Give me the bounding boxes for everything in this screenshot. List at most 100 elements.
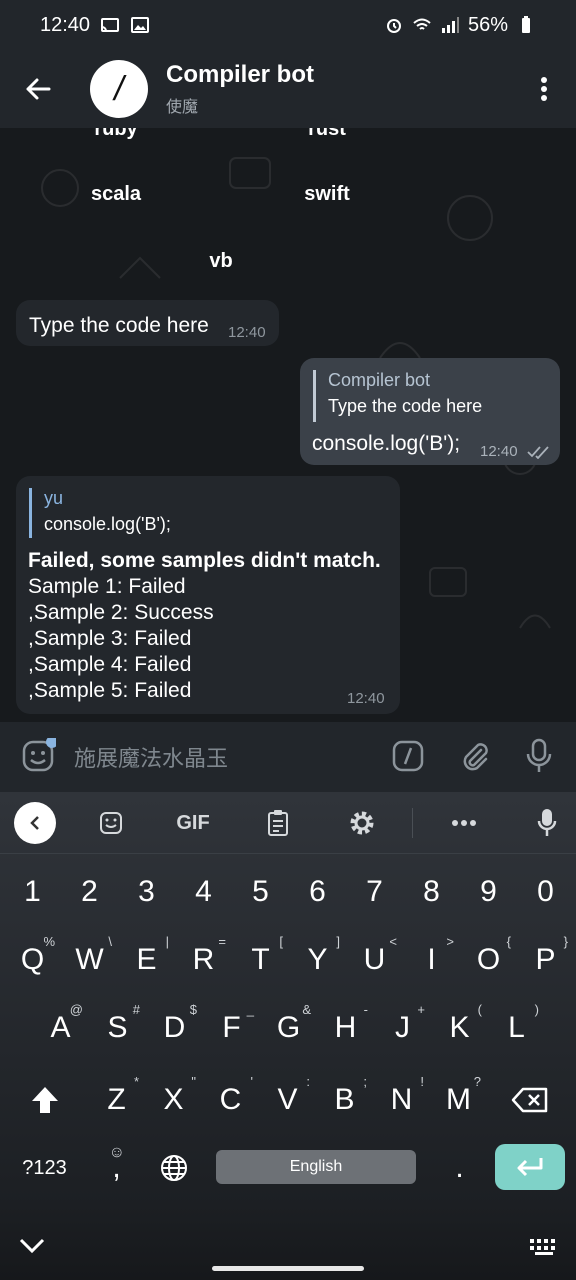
bot-keyboard-button-rust[interactable]: rust [227, 128, 427, 141]
chat-title-block[interactable]: Compiler bot 使魔 [166, 61, 314, 117]
comma-key[interactable]: , ☺ [88, 1138, 145, 1198]
avatar[interactable]: / [90, 60, 148, 118]
key-4[interactable]: 4 [175, 862, 232, 922]
bot-keyboard-button-swift[interactable]: swift [227, 183, 427, 206]
key-k[interactable]: K( [431, 998, 488, 1058]
keyboard-voice-input-button[interactable] [522, 804, 572, 842]
message-text: Type the code here [29, 314, 209, 337]
clipboard-button[interactable] [253, 804, 303, 842]
space-key[interactable]: English [216, 1150, 416, 1184]
shift-arrow-icon [31, 1087, 58, 1113]
key-0[interactable]: 0 [517, 862, 574, 922]
key-g[interactable]: G & [260, 998, 317, 1058]
language-key[interactable] [145, 1138, 202, 1198]
alarm-icon [386, 19, 401, 33]
keyboard-sticker-button[interactable] [86, 804, 136, 842]
keyboard-settings-button[interactable] [337, 804, 387, 842]
keyboard-switch-button[interactable] [528, 1237, 560, 1262]
key-e[interactable]: E | [118, 930, 175, 990]
sticker-button[interactable] [18, 736, 58, 776]
key-label: K [449, 1011, 470, 1044]
attach-button[interactable] [455, 736, 495, 776]
chat-area[interactable]: ruby rust scala swift vb Type the code h… [0, 128, 576, 722]
bot-keyboard-button-scala[interactable]: scala [16, 183, 216, 206]
key-b[interactable]: B; [316, 1070, 373, 1130]
message-bubble-outgoing[interactable]: Compiler bot Type the code here console.… [300, 358, 560, 465]
key-u[interactable]: U < [346, 930, 403, 990]
back-button[interactable] [0, 50, 76, 128]
key-secondary-label: * [133, 1074, 139, 1089]
message-input[interactable]: 施展魔法水晶玉 [74, 741, 228, 773]
reply-quote[interactable]: Compiler bot Type the code here [313, 370, 482, 422]
key-t[interactable]: T[ [232, 930, 289, 990]
hide-keyboard-button[interactable] [18, 1235, 46, 1260]
enter-key[interactable] [495, 1144, 565, 1190]
key-label: I [427, 943, 436, 976]
gif-button[interactable]: GIF [168, 804, 218, 842]
shift-key[interactable] [16, 1070, 73, 1130]
key-secondary-label: { [506, 934, 511, 949]
key-label: G [276, 1011, 301, 1044]
key-x[interactable]: X " [145, 1070, 202, 1130]
key-2[interactable]: 2 [61, 862, 118, 922]
message-bubble-incoming[interactable]: yu console.log('B'); Failed, some sample… [16, 476, 400, 714]
key-5[interactable]: 5 [232, 862, 289, 922]
key-f[interactable]: F _ [203, 998, 260, 1058]
bot-keyboard-button-vb[interactable]: vb [121, 250, 321, 273]
key-w[interactable]: W \ [61, 930, 118, 990]
key-z[interactable]: Z * [88, 1070, 145, 1130]
key-secondary-label: " [191, 1074, 196, 1089]
key-h[interactable]: H- [317, 998, 374, 1058]
key-l[interactable]: L) [488, 998, 545, 1058]
key-q[interactable]: Q% [4, 930, 61, 990]
more-options-button[interactable] [512, 50, 576, 128]
key-r[interactable]: R = [175, 930, 232, 990]
key-d[interactable]: D $ [146, 998, 203, 1058]
key-label: V [277, 1083, 298, 1116]
slash-command-icon [392, 740, 424, 772]
key-9[interactable]: 9 [460, 862, 517, 922]
paperclip-icon [463, 743, 488, 771]
key-6[interactable]: 6 [289, 862, 346, 922]
voice-message-button[interactable] [519, 736, 559, 776]
symbols-key[interactable]: ?123 [16, 1138, 73, 1198]
key-s[interactable]: S # [89, 998, 146, 1058]
key-secondary-label: $ [189, 1002, 197, 1017]
reply-sender: Compiler bot [328, 370, 431, 390]
key-label: 3 [138, 875, 155, 908]
keyboard-collapse-button[interactable] [14, 802, 56, 844]
home-indicator[interactable] [212, 1266, 364, 1271]
key-label: F [222, 1011, 241, 1044]
bot-commands-button[interactable] [388, 736, 428, 776]
key-i[interactable]: I > [403, 930, 460, 990]
reply-quote[interactable]: yu console.log('B'); [29, 488, 171, 538]
reply-text: console.log('B'); [44, 514, 171, 534]
key-o[interactable]: O{ [460, 930, 517, 990]
key-v[interactable]: V: [259, 1070, 316, 1130]
key-1[interactable]: 1 [4, 862, 61, 922]
key-label: T [251, 943, 270, 976]
key-label: 9 [480, 875, 497, 908]
key-label: J [395, 1011, 410, 1044]
key-label: R [192, 943, 215, 976]
key-m[interactable]: M? [430, 1070, 487, 1130]
message-line: Sample 1: Failed [28, 575, 186, 598]
key-p[interactable]: P} [517, 930, 574, 990]
bot-keyboard-button-ruby[interactable]: ruby [16, 128, 216, 141]
key-j[interactable]: J + [374, 998, 431, 1058]
key-y[interactable]: Y] [289, 930, 346, 990]
backspace-key[interactable] [501, 1070, 558, 1130]
key-c[interactable]: C ' [202, 1070, 259, 1130]
key-secondary-label: | [165, 934, 169, 949]
key-n[interactable]: N! [373, 1070, 430, 1130]
key-label: A [50, 1011, 71, 1044]
key-7[interactable]: 7 [346, 862, 403, 922]
message-bubble-incoming[interactable]: Type the code here 12:40 [16, 300, 279, 346]
key-3[interactable]: 3 [118, 862, 175, 922]
key-a[interactable]: A @ [32, 998, 89, 1058]
key-secondary-label: & [302, 1002, 311, 1017]
period-key[interactable]: . [431, 1138, 488, 1198]
microphone-icon [537, 809, 557, 836]
key-8[interactable]: 8 [403, 862, 460, 922]
keyboard-more-button[interactable] [439, 804, 489, 842]
